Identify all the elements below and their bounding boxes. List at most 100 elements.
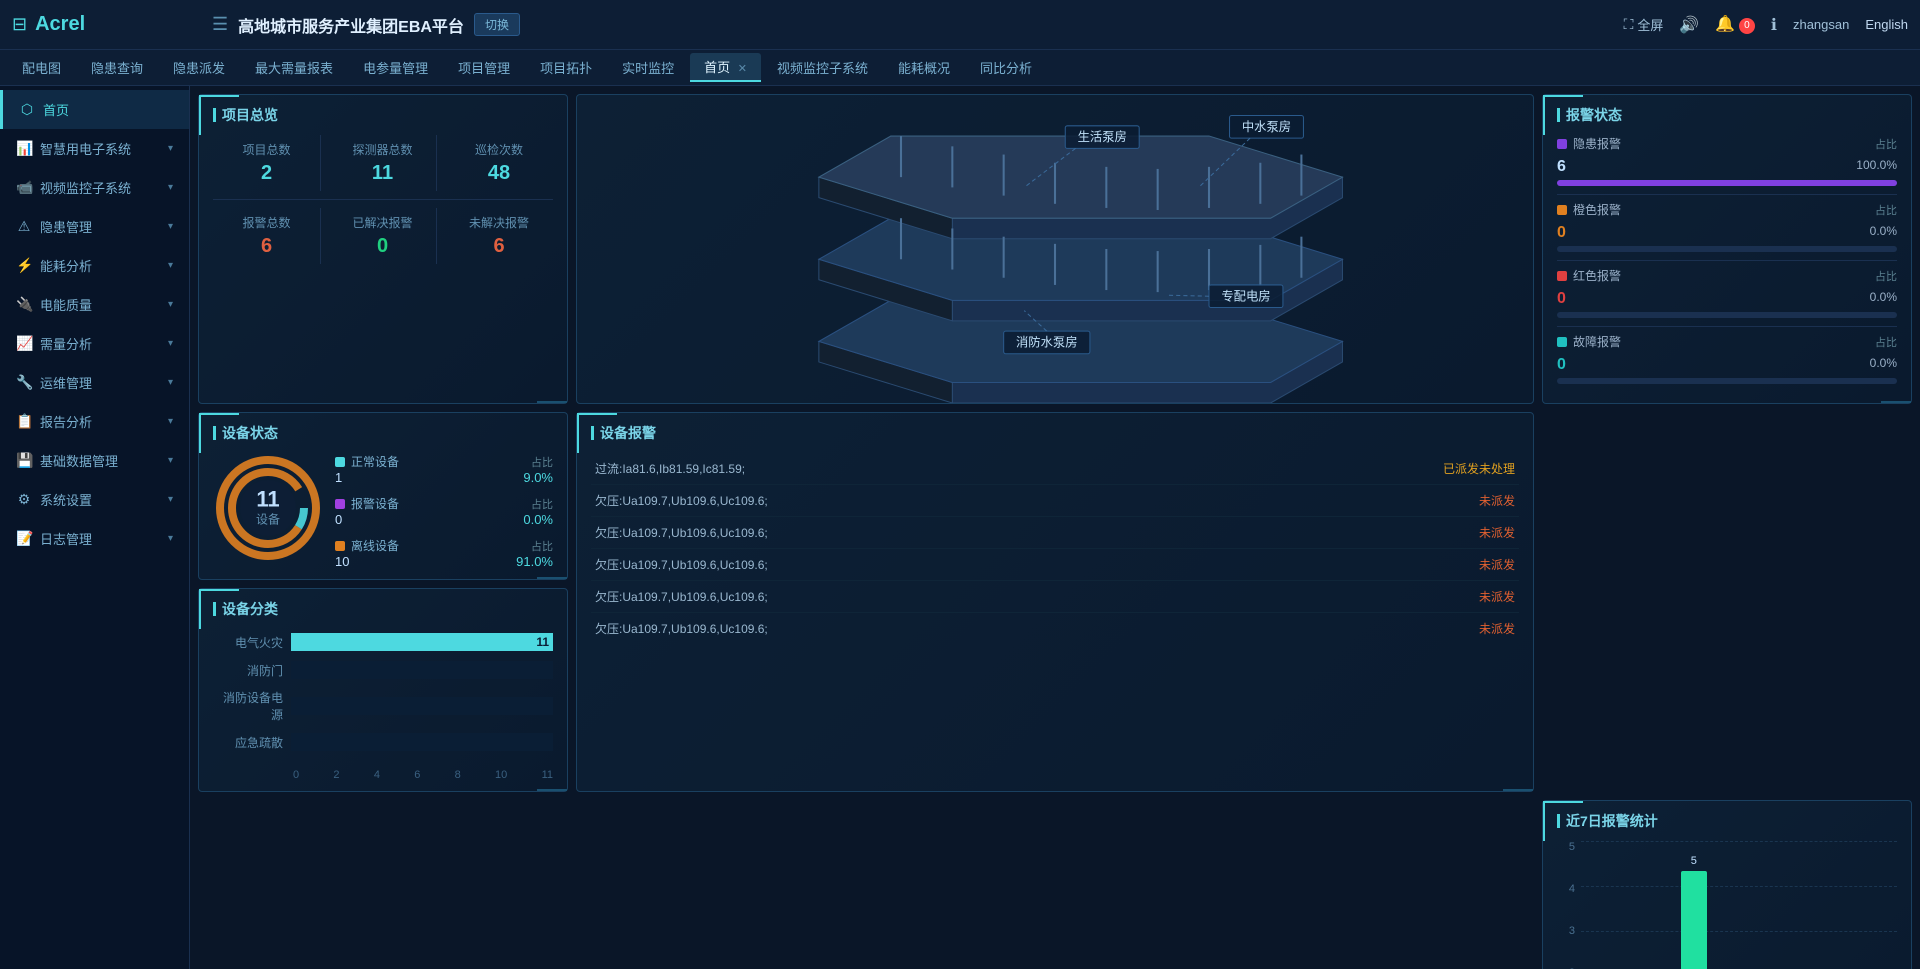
overview-item-detectors: 探测器总数 11 xyxy=(329,135,437,191)
device-status-inner: 11 设备 正常设备 占比 xyxy=(213,453,553,569)
alarm-row-3: 红色报警 占比 xyxy=(1557,267,1897,284)
tab-xiangmutuopu[interactable]: 项目拓扑 xyxy=(526,54,606,81)
tab-peidianhtu[interactable]: 配电图 xyxy=(8,54,75,81)
overview-item-projects: 项目总数 2 xyxy=(213,135,321,191)
tab-diancanliangguanli[interactable]: 电参量管理 xyxy=(349,54,442,81)
hamburger-icon[interactable]: ☰ xyxy=(212,14,228,35)
svg-text:中水泵房: 中水泵房 xyxy=(1242,119,1291,134)
log-icon: 📝 xyxy=(16,530,32,547)
device-alarm-card: 设备报警 过流:Ia81.6,Ib81.59,Ic81.59; 已派发未处理 欠… xyxy=(576,412,1534,792)
device-status-title: 设备状态 xyxy=(213,423,553,443)
hbar-electric-fire: 电气火灾 11 xyxy=(213,633,553,651)
topbar-right: ⛶ 全屏 🔊 🔔 0 ℹ zhangsan English xyxy=(1624,14,1908,35)
alarm-item-2: 欠压:Ua109.7,Ub109.6,Uc109.6; 未派发 xyxy=(591,517,1519,549)
week-stats-title: 近7日报警统计 xyxy=(1557,811,1897,831)
tab-tongbifenxi[interactable]: 同比分析 xyxy=(966,54,1046,81)
sidebar-item-energy[interactable]: ⚡ 能耗分析 ▾ xyxy=(0,246,189,285)
chevron-down-icon-9: ▾ xyxy=(168,455,173,466)
chevron-down-icon-11: ▾ xyxy=(168,533,173,544)
notification-button[interactable]: 🔔 0 xyxy=(1715,14,1755,35)
sidebar-item-video[interactable]: 📹 视频监控子系统 ▾ xyxy=(0,168,189,207)
alarm-row-4: 故障报警 占比 xyxy=(1557,333,1897,350)
alarm-item-1: 欠压:Ua109.7,Ub109.6,Uc109.6; 未派发 xyxy=(591,485,1519,517)
alarm-table: 过流:Ia81.6,Ib81.59,Ic81.59; 已派发未处理 欠压:Ua1… xyxy=(591,453,1519,644)
topbar: ⊟ Acrel ☰ 高地城市服务产业集团EBA平台 切换 ⛶ 全屏 🔊 🔔 0 … xyxy=(0,0,1920,50)
hbar-emergency: 应急疏散 xyxy=(213,733,553,751)
sidebar-item-smartelectric[interactable]: 📊 智慧用电子系统 ▾ xyxy=(0,129,189,168)
alarm-row-1: 隐患报警 占比 xyxy=(1557,135,1897,152)
username: zhangsan xyxy=(1793,17,1849,32)
overview-item-resolved-alarms: 已解决报警 0 xyxy=(329,208,437,264)
logo-text: Acrel xyxy=(35,13,85,36)
tab-close-icon[interactable]: ✕ xyxy=(738,63,747,75)
legend-dot-normal xyxy=(335,457,345,467)
donut-chart: 11 设备 xyxy=(213,453,323,563)
bar-0424: 5 xyxy=(1681,855,1707,969)
week-stats-card: 近7日报警统计 5 4 3 2 1 xyxy=(1542,800,1912,969)
logo-icon: ⊟ xyxy=(12,14,27,35)
sidebar-item-report[interactable]: 📋 报告分析 ▾ xyxy=(0,402,189,441)
page-title: 高地城市服务产业集团EBA平台 xyxy=(238,13,464,37)
volume-icon[interactable]: 🔊 xyxy=(1679,15,1699,35)
device-alarm-title: 设备报警 xyxy=(591,423,1519,443)
basedata-icon: 💾 xyxy=(16,452,32,469)
sidebar-item-settings[interactable]: ⚙ 系统设置 ▾ xyxy=(0,480,189,519)
left-column: 设备状态 xyxy=(198,412,568,792)
alarm-status-card: 报警状态 隐患报警 占比 6 100.0% xyxy=(1542,94,1912,404)
nav-tabs: 配电图 隐患查询 隐患派发 最大需量报表 电参量管理 项目管理 项目拓扑 实时监… xyxy=(0,50,1920,86)
chevron-down-icon-6: ▾ xyxy=(168,338,173,349)
hbar-axis: 0 2 4 6 8 10 11 xyxy=(213,769,553,781)
hbar-bg-electric: 11 xyxy=(291,633,553,651)
report-icon: 📋 xyxy=(16,413,32,430)
legend-normal: 正常设备 占比 1 9.0% xyxy=(335,453,553,485)
alarm-item-5: 欠压:Ua109.7,Ub109.6,Uc109.6; 未派发 xyxy=(591,613,1519,644)
tab-shouye[interactable]: 首页 ✕ xyxy=(690,53,761,82)
hazard-icon: ⚠ xyxy=(16,218,32,235)
svg-text:消防水泵房: 消防水泵房 xyxy=(1016,335,1078,350)
chevron-down-icon-10: ▾ xyxy=(168,494,173,505)
language-selector[interactable]: English xyxy=(1865,17,1908,32)
overview-item-inspections: 巡检次数 48 xyxy=(445,135,553,191)
alarm-color-red xyxy=(1557,271,1567,281)
info-icon[interactable]: ℹ xyxy=(1771,15,1777,35)
tab-nenghaikuangkuang[interactable]: 能耗概况 xyxy=(884,54,964,81)
fullscreen-button[interactable]: ⛶ 全屏 xyxy=(1624,15,1664,34)
video-icon: 📹 xyxy=(16,179,32,196)
alarm-color-orange xyxy=(1557,205,1567,215)
switch-button[interactable]: 切换 xyxy=(474,13,520,36)
tab-yinhuanpaifa[interactable]: 隐患派发 xyxy=(159,54,239,81)
overview-grid-top: 项目总数 2 探测器总数 11 巡检次数 48 xyxy=(213,135,553,191)
legend-warning: 报警设备 占比 0 0.0% xyxy=(335,495,553,527)
sidebar-item-demand[interactable]: 📈 需量分析 ▾ xyxy=(0,324,189,363)
main-layout: ⬡ 首页 📊 智慧用电子系统 ▾ 📹 视频监控子系统 ▾ ⚠ 隐患管理 ▾ ⚡ … xyxy=(0,86,1920,969)
hbar-fire-power: 消防设备电源 xyxy=(213,689,553,723)
alarm-type-red: 红色报警 占比 0 0.0% xyxy=(1557,267,1897,318)
hbar-bg-door xyxy=(291,661,553,679)
tab-shishijiankong[interactable]: 实时监控 xyxy=(608,54,688,81)
sidebar-item-maintenance[interactable]: 🔧 运维管理 ▾ xyxy=(0,363,189,402)
sidebar-item-powerquality[interactable]: 🔌 电能质量 ▾ xyxy=(0,285,189,324)
alarm-type-fault: 故障报警 占比 0 0.0% xyxy=(1557,333,1897,384)
settings-icon: ⚙ xyxy=(16,491,32,508)
alarm-type-hidden: 隐患报警 占比 6 100.0% xyxy=(1557,135,1897,186)
tab-shipinjiankong[interactable]: 视频监控子系统 xyxy=(763,54,882,81)
sidebar-item-log[interactable]: 📝 日志管理 ▾ xyxy=(0,519,189,558)
tab-xiangmuguanli[interactable]: 项目管理 xyxy=(444,54,524,81)
bell-icon: 🔔 xyxy=(1715,16,1735,33)
content-area: 项目总览 项目总数 2 探测器总数 11 巡检次数 48 xyxy=(190,86,1920,969)
tab-xudaxuliangbaobiao[interactable]: 最大需量报表 xyxy=(241,54,347,81)
legend-offline: 离线设备 占比 10 91.0% xyxy=(335,537,553,569)
alarm-item-4: 欠压:Ua109.7,Ub109.6,Uc109.6; 未派发 xyxy=(591,581,1519,613)
chevron-down-icon-7: ▾ xyxy=(168,377,173,388)
tab-yinhuanchaxun[interactable]: 隐患查询 xyxy=(77,54,157,81)
maintenance-icon: 🔧 xyxy=(16,374,32,391)
hbar-bg-power xyxy=(291,697,553,715)
legend-dot-offline xyxy=(335,541,345,551)
sidebar-item-basedata[interactable]: 💾 基础数据管理 ▾ xyxy=(0,441,189,480)
alarm-row-2: 橙色报警 占比 xyxy=(1557,201,1897,218)
sidebar-item-hazard[interactable]: ⚠ 隐患管理 ▾ xyxy=(0,207,189,246)
sidebar-item-home[interactable]: ⬡ 首页 xyxy=(0,90,189,129)
overview-grid-bottom: 报警总数 6 已解决报警 0 未解决报警 6 xyxy=(213,208,553,264)
alarm-bar-bg-3 xyxy=(1557,312,1897,318)
alarm-item-0: 过流:Ia81.6,Ib81.59,Ic81.59; 已派发未处理 xyxy=(591,453,1519,485)
